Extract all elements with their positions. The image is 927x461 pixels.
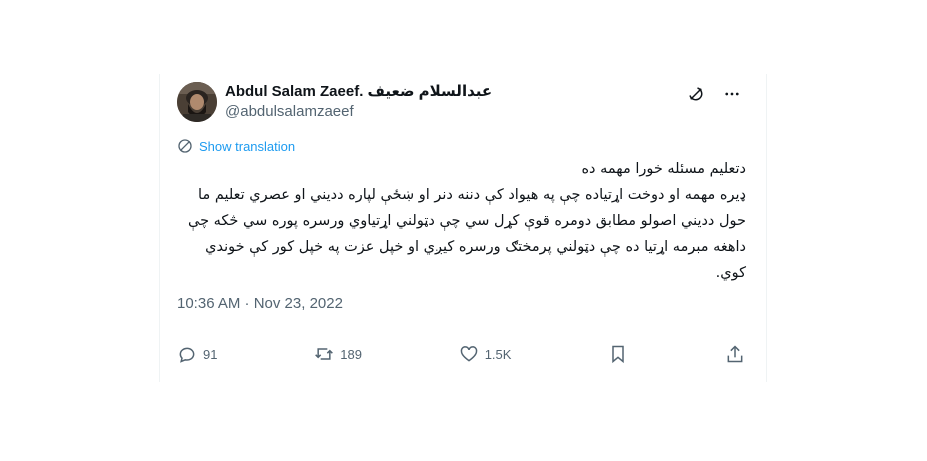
tweet-card: Abdul Salam Zaeef. عبدالسلام ضعیف @abdul… [159,74,767,382]
retweet-count: 189 [340,346,362,362]
author-info[interactable]: Abdul Salam Zaeef. عبدالسلام ضعیف @abdul… [225,82,492,122]
show-translation-link[interactable]: Show translation [177,138,295,154]
share-button[interactable] [725,344,745,364]
tweet-header-actions [686,84,742,104]
more-icon[interactable] [722,84,742,104]
grok-icon[interactable] [686,84,706,104]
user-avatar-icon [177,82,217,122]
tweet-text: دتعلیم مسئله خورا مهمه ده ډیره مهمه او د… [187,161,746,281]
bookmark-button[interactable] [608,344,628,364]
tweet-timestamp[interactable]: 10:36 AM · Nov 23, 2022 [177,295,343,312]
show-translation-label[interactable]: Show translation [199,139,295,154]
globe-icon [178,139,192,153]
reply-icon [179,347,195,363]
heart-icon [460,346,477,362]
reply-count: 91 [203,346,218,362]
tweet-actions: 91 189 1.5K [177,344,745,364]
bookmark-icon [612,345,624,364]
like-count: 1.5K [484,346,512,362]
user-handle[interactable]: @abdulsalamzaeef [225,102,492,122]
reply-button[interactable]: 91 [177,344,217,364]
retweet-button[interactable]: 189 [314,344,362,364]
display-name[interactable]: Abdul Salam Zaeef. عبدالسلام ضعیف [225,82,492,102]
like-button[interactable]: 1.5K [459,344,512,364]
retweet-icon [315,348,334,360]
share-icon [727,345,743,363]
avatar[interactable] [177,82,217,122]
